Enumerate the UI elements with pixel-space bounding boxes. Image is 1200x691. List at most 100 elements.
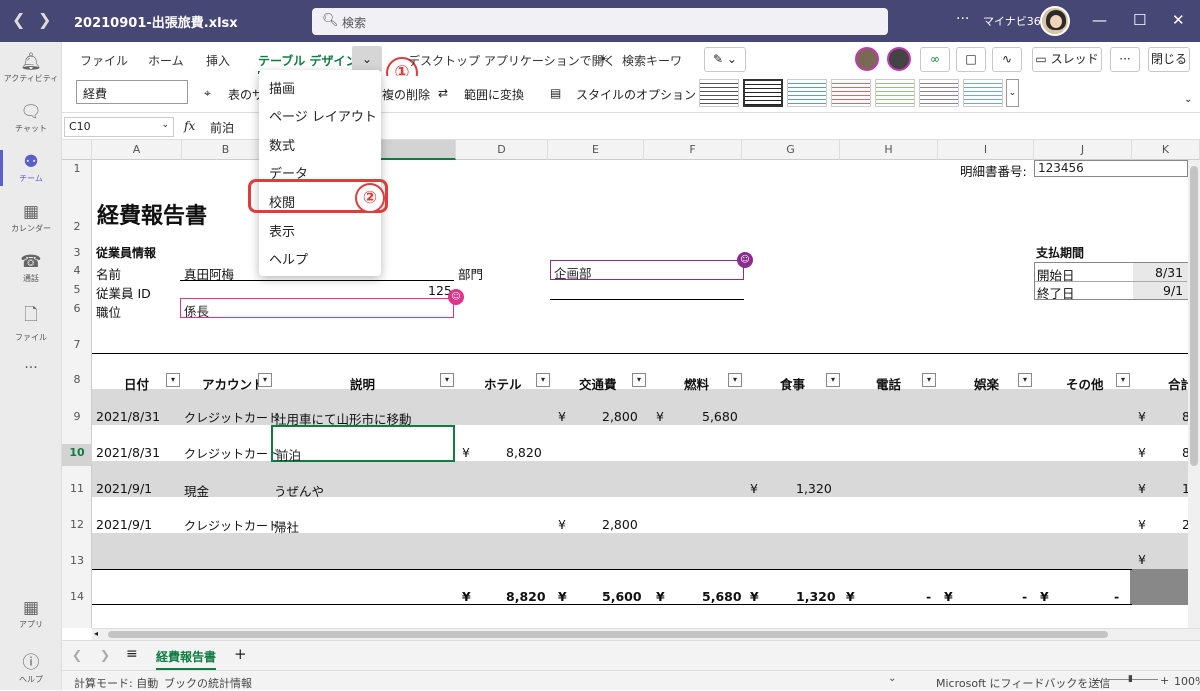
cell-description-selected[interactable]: 前泊 [271, 425, 455, 463]
cell-description[interactable]: 帰社 [274, 517, 299, 536]
cell-fuel[interactable]: 5,680 [702, 409, 738, 424]
column-header[interactable]: D [456, 140, 548, 160]
rail-item-apps[interactable]: ▦ アプリ [0, 598, 62, 630]
cell-date[interactable]: 2021/9/1 [96, 481, 152, 496]
column-header[interactable]: B [182, 140, 270, 160]
zoom-slider[interactable] [1108, 679, 1158, 680]
feedback-link[interactable]: Microsoft にフィードバックを送信 [936, 675, 1110, 691]
horizontal-scrollbar[interactable]: ◂ [92, 628, 1200, 640]
row-header[interactable]: 5 [62, 283, 92, 296]
tab-home[interactable]: ホーム [148, 52, 184, 69]
prev-sheet-icon[interactable]: ❮ [72, 648, 82, 662]
rail-item-files[interactable]: 🗋 ファイル [0, 302, 62, 343]
cell-account[interactable]: クレジットカード [184, 409, 280, 426]
row-header[interactable]: 14 [62, 590, 92, 603]
convert-to-range-button[interactable]: 範囲に変換 [464, 86, 524, 103]
filter-dropdown-icon[interactable]: ▾ [1116, 373, 1130, 387]
statement-no-cell[interactable]: 123456 [1034, 160, 1188, 177]
column-header[interactable]: E [548, 140, 644, 160]
table-style-4[interactable] [831, 79, 871, 107]
vertical-scroll-thumb[interactable] [1190, 166, 1198, 466]
filter-dropdown-icon[interactable]: ▾ [440, 373, 454, 387]
search-keyword[interactable]: 検索キーワ [622, 52, 682, 69]
rail-item-help[interactable]: ⓘ ヘルプ [0, 648, 62, 685]
cell-date[interactable]: 2021/9/1 [96, 517, 152, 532]
close-window-icon[interactable]: ✕ [1172, 11, 1185, 29]
more-apps-icon[interactable]: ··· [0, 360, 62, 376]
menu-item-page-layout[interactable]: ページ レイアウト [269, 106, 377, 125]
rail-item-calendar[interactable]: ▦ カレンダー [0, 202, 62, 234]
row-header[interactable]: 7 [62, 338, 92, 351]
rail-item-chat[interactable]: 🗨︎ チャット [0, 102, 62, 134]
ribbon-collapse-icon[interactable]: ⌄ [1184, 94, 1192, 105]
table-style-1[interactable] [699, 79, 739, 107]
table-style-7[interactable] [963, 79, 1003, 107]
scroll-left-icon[interactable]: ◂ [94, 629, 98, 638]
row-header[interactable]: 10 [62, 444, 92, 466]
link-icon[interactable]: ∞ [920, 47, 950, 72]
cell-account[interactable]: クレジットカード [184, 517, 280, 534]
select-all-corner[interactable] [62, 140, 92, 160]
edit-mode-button[interactable]: ✎ ⌄ [704, 47, 746, 72]
cell-meal[interactable]: 1,320 [796, 481, 832, 496]
column-header[interactable]: J [1034, 140, 1132, 160]
cell-transport[interactable]: 2,800 [602, 517, 638, 532]
filter-dropdown-icon[interactable]: ▾ [166, 373, 180, 387]
formula-input[interactable]: 前泊 [210, 119, 234, 136]
row-header[interactable]: 2 [62, 220, 92, 233]
avatar[interactable] [1040, 6, 1070, 36]
filter-dropdown-icon[interactable]: ▾ [258, 373, 272, 387]
tab-file[interactable]: ファイル [80, 52, 128, 69]
row-header[interactable]: 3 [62, 246, 92, 259]
collaborator-avatar-1[interactable] [855, 47, 879, 71]
rail-item-calls[interactable]: ☎ 通話 [0, 252, 62, 284]
column-header[interactable]: I [938, 140, 1034, 160]
row-header[interactable]: 8 [62, 373, 92, 386]
next-sheet-icon[interactable]: ❯ [100, 648, 110, 662]
row-header[interactable]: 1 [62, 162, 92, 175]
menu-item-help[interactable]: ヘルプ [269, 249, 308, 268]
rail-item-teams[interactable]: ⚉ チーム [0, 152, 62, 184]
all-sheets-icon[interactable]: ≡ [126, 646, 138, 662]
collaborator-avatar-2[interactable] [887, 47, 911, 71]
rail-item-activity[interactable]: 🔔︎ アクティビティ [0, 52, 62, 84]
sheet-tab-active[interactable]: 経費報告書 [156, 648, 217, 670]
filter-dropdown-icon[interactable]: ▾ [536, 373, 550, 387]
menu-item-formulas[interactable]: 数式 [269, 135, 295, 154]
more-actions-button[interactable]: ··· [1110, 47, 1140, 72]
add-sheet-button[interactable]: + [234, 645, 247, 663]
cell-hotel[interactable]: 8,820 [506, 445, 542, 460]
cell-date[interactable]: 2021/8/31 [96, 409, 160, 424]
filter-dropdown-icon[interactable]: ▾ [1018, 373, 1032, 387]
tab-insert[interactable]: 挿入 [206, 52, 230, 69]
activity-icon[interactable]: ∿ [992, 47, 1022, 72]
position-value[interactable]: 係長 [180, 298, 454, 319]
table-style-3[interactable] [787, 79, 827, 107]
zoom-thumb[interactable]: ▮ [1128, 674, 1133, 684]
zoom-in-icon[interactable]: + [1160, 674, 1169, 687]
vertical-scrollbar[interactable] [1188, 160, 1200, 628]
close-button[interactable]: 閉じる [1148, 47, 1190, 72]
minimize-icon[interactable]: — [1092, 11, 1107, 29]
open-in-desktop-button[interactable]: デスクトップ アプリケーションで開く [408, 52, 616, 69]
search-box[interactable]: 🔍︎ 検索 [312, 8, 888, 35]
status-chevron-icon[interactable]: ⌄ [888, 673, 896, 684]
row-header[interactable]: 11 [62, 482, 92, 495]
cell-transport[interactable]: 2,800 [602, 409, 638, 424]
column-header[interactable]: A [92, 140, 182, 160]
column-header[interactable]: K [1132, 140, 1200, 160]
start-value[interactable]: 8/31 [1155, 265, 1183, 280]
row-header[interactable]: 4 [62, 264, 92, 277]
table-style-2[interactable] [743, 79, 783, 107]
comment-icon[interactable]: □ [956, 47, 986, 72]
tab-table-design[interactable]: テーブル デザイン [258, 52, 357, 69]
back-icon[interactable]: ❮ [12, 10, 25, 29]
zoom-out-icon[interactable]: − [1092, 674, 1101, 687]
forward-icon[interactable]: ❯ [38, 10, 51, 29]
maximize-icon[interactable]: ☐ [1133, 11, 1146, 29]
end-value[interactable]: 9/1 [1163, 283, 1183, 298]
horizontal-scroll-thumb[interactable] [108, 631, 1108, 638]
calc-mode[interactable]: 計算モード: 自動 [74, 675, 158, 691]
filter-dropdown-icon[interactable]: ▾ [826, 373, 840, 387]
column-header[interactable]: H [840, 140, 938, 160]
